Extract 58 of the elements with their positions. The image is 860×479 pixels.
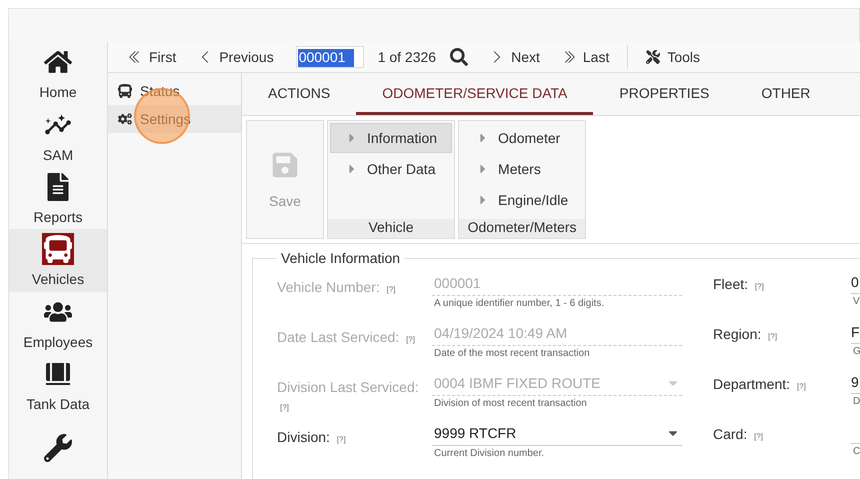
tools-icon: [646, 50, 660, 64]
nav-item[interactable]: Employees: [9, 292, 107, 354]
input-field[interactable]: F: [851, 320, 860, 344]
input-field[interactable]: 9: [851, 370, 860, 394]
field-hint: Division of most recent transaction: [433, 397, 588, 411]
field-label: Division: [?]: [277, 428, 347, 447]
search-icon: [450, 48, 468, 66]
nav-item[interactable]: Home: [9, 42, 107, 104]
tab[interactable]: OTHER: [735, 73, 836, 115]
gears-icon: [118, 112, 132, 126]
help-link[interactable]: [?]: [754, 282, 764, 291]
last-button[interactable]: Last: [554, 49, 618, 65]
field-hint: C: [852, 445, 860, 459]
tab[interactable]: ODOMETER/SERVICE DATA: [356, 73, 594, 115]
tab[interactable]: ACTIONS: [242, 73, 356, 115]
wrench-icon: [42, 432, 74, 464]
ribbon-item[interactable]: Engine/Idle: [461, 185, 584, 215]
field-label: Date Last Serviced: [?]: [277, 328, 416, 347]
help-link[interactable]: [?]: [754, 432, 764, 441]
ribbon-item[interactable]: Meters: [461, 154, 584, 184]
field-hint: G: [852, 345, 860, 359]
nav-item[interactable]: SAM: [9, 104, 107, 167]
bus-icon: [118, 84, 132, 98]
input-field[interactable]: 0: [851, 270, 860, 294]
field-hint: Date of the most recent transaction: [433, 347, 591, 361]
help-link[interactable]: [?]: [336, 435, 346, 444]
nav-item[interactable]: Vehicles: [9, 229, 107, 292]
bus-icon: [42, 233, 74, 266]
ribbon-item[interactable]: Odometer: [461, 123, 584, 153]
field-label: Card: [?]: [713, 425, 764, 444]
section-title: Vehicle Information: [280, 250, 402, 266]
first-button[interactable]: First: [120, 49, 184, 65]
group-title: Odometer/Meters: [459, 219, 586, 238]
field-label: Vehicle Number: [?]: [277, 278, 397, 297]
save-icon: [271, 150, 299, 178]
nav-item[interactable]: Reports: [9, 166, 107, 230]
field-label: Fleet: [?]: [713, 275, 765, 294]
field-hint: D: [852, 395, 860, 409]
record-count: 1 of 2326: [378, 49, 436, 65]
previous-button[interactable]: Previous: [190, 49, 282, 65]
field-label: Department: [?]: [713, 375, 807, 394]
field-label: Region: [?]: [713, 325, 778, 344]
help-link[interactable]: [?]: [796, 382, 806, 391]
tab[interactable]: PROPERTIES: [593, 73, 736, 115]
field-hint: A unique identifier number, 1 - 6 digits.: [433, 297, 606, 311]
ribbon-item[interactable]: Other Data: [330, 154, 452, 184]
group-title: Vehicle: [328, 219, 454, 238]
tools-button[interactable]: Tools: [638, 49, 708, 65]
field-hint: Current Division number.: [433, 447, 546, 461]
dropdown-field[interactable]: 9999 RTCFR: [432, 420, 682, 446]
next-button[interactable]: Next: [482, 49, 548, 65]
ribbon-item[interactable]: Information: [330, 123, 452, 153]
double-chevron-left-icon: [128, 50, 142, 64]
nav-item[interactable]: Tank Data: [9, 354, 107, 417]
field-label: Division Last Serviced: [?]: [277, 378, 420, 414]
help-link[interactable]: [?]: [768, 332, 778, 341]
record-field[interactable]: 000001: [296, 46, 364, 68]
field-hint: V: [852, 295, 860, 309]
